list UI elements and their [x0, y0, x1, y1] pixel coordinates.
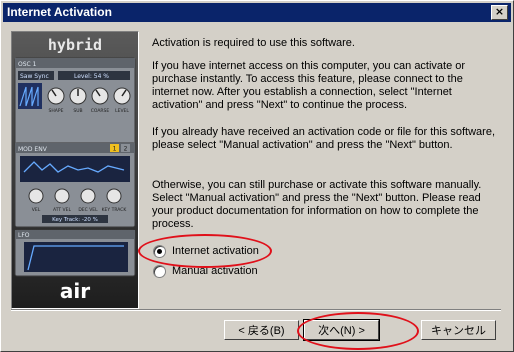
close-icon: × [494, 5, 505, 18]
key-track-readout: Key Track: -20 % [52, 217, 98, 223]
manual-activation-radio[interactable]: Manual activation [153, 263, 258, 279]
internet-text: If you have internet access on this comp… [152, 60, 466, 111]
osc-wave-select: Saw Sync [20, 73, 49, 80]
knob-label-level: LEVEL [115, 108, 129, 114]
knob-label-coarse: COARSE [91, 108, 110, 114]
cancel-button[interactable]: キャンセル [421, 320, 496, 340]
back-button[interactable]: < 戻る(B) [224, 320, 299, 340]
internet-activation-label: Internet activation [172, 245, 259, 257]
knob-label-sub: SUB [73, 108, 82, 114]
mod-env-label: MOD ENV [18, 146, 48, 153]
title-bar[interactable]: Internet Activation × [3, 3, 511, 22]
lfo-label: LFO [18, 232, 30, 239]
knob-label-shape: SHAPE [49, 108, 64, 114]
product-panel-image: hybrid OSC 1 Saw Sync Level: 54 % SHAPE … [11, 31, 139, 309]
separator [11, 309, 501, 311]
mod-env-tab-1: 1 [113, 146, 117, 153]
air-logo: air [60, 279, 90, 303]
activation-dialog: Internet Activation × hybrid OSC 1 Saw S… [0, 0, 514, 352]
window-title: Internet Activation [7, 5, 112, 19]
intro-text: Activation is required to use this softw… [152, 37, 355, 49]
next-button[interactable]: 次へ(N) > [303, 319, 380, 341]
otherwise-text: Otherwise, you can still purchase or act… [152, 179, 482, 230]
knob-label-key-track: KEY TRACK [102, 207, 128, 213]
knob-label-att-vel: ATT VEL [53, 207, 71, 213]
radio-unselected-icon [153, 264, 166, 278]
mod-env-tab-2: 2 [124, 146, 128, 153]
osc-level-readout: Level: 54 % [74, 73, 109, 80]
osc-label: OSC 1 [18, 61, 37, 68]
manual-text: If you already have received an activati… [152, 126, 496, 151]
internet-activation-radio[interactable]: Internet activation [153, 243, 259, 259]
close-button[interactable]: × [491, 5, 508, 20]
hybrid-logo: hybrid [48, 36, 102, 54]
knob-label-vel: VEL [32, 207, 41, 213]
knob-label-dec-vel: DEC VEL [78, 207, 98, 213]
manual-activation-label: Manual activation [172, 265, 258, 277]
radio-selected-icon [153, 244, 166, 258]
